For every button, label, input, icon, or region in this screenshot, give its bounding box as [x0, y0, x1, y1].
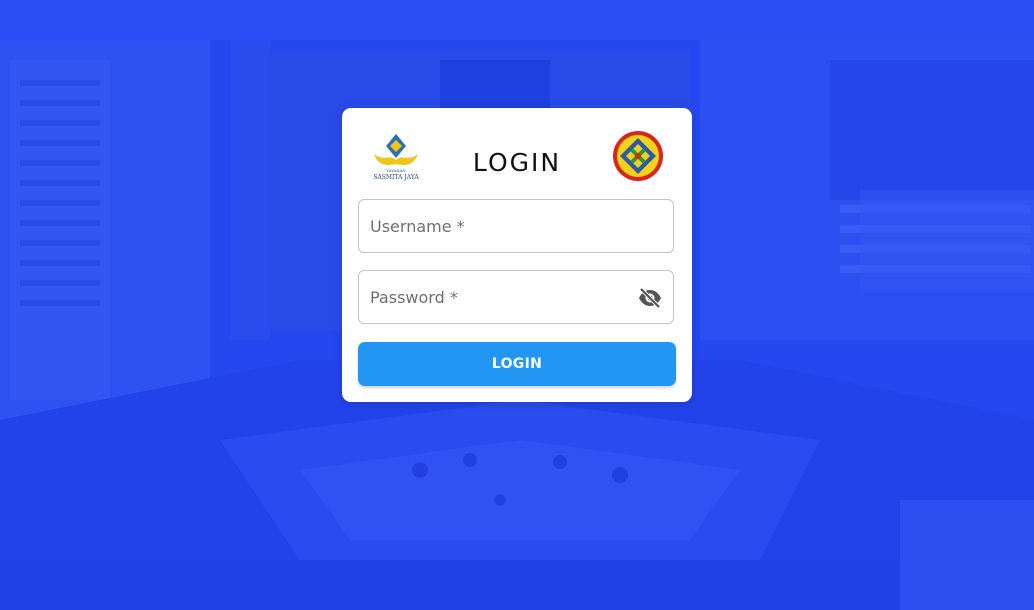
eye-off-icon[interactable]: [638, 287, 662, 309]
username-field: [358, 199, 674, 253]
login-card: YAYASAN SASMITA JAYA LOGIN LOGIN: [342, 108, 692, 402]
password-input[interactable]: [359, 271, 673, 323]
login-button[interactable]: LOGIN: [358, 342, 676, 386]
university-seal-icon: [613, 131, 663, 181]
username-input[interactable]: [359, 200, 673, 252]
password-field: [358, 270, 674, 324]
